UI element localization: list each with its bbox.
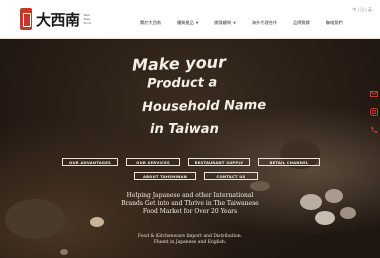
tagline-line: Helping Japanese and other International [126,192,254,199]
nav-label: 聯絡我們 [325,20,343,25]
phone-icon[interactable] [368,124,380,136]
food-piece [340,207,356,219]
nav-label: 開發顧問 [214,20,232,25]
hero-headline: Make your Product a Household Name in Ta… [112,52,272,146]
restaurant-supply-button[interactable]: RESTAURANT SUPPLY [188,158,250,166]
chevron-down-icon: ▼ [233,21,236,25]
food-piece [250,181,270,191]
mail-icon[interactable] [368,88,380,100]
our-advantages-button[interactable]: OUR ADVANTAGES [62,158,118,166]
logo-seal-icon [20,8,32,30]
headline-line: Product a [146,75,218,92]
headline-line: Household Name [141,97,267,116]
logo-subtext: Taxi Nan Food [83,13,91,25]
language-switcher[interactable]: 中 | 日 | 英 [352,7,372,13]
site-header: 大西南 Taxi Nan Food 中 | 日 | 英 關於大西南 優質產品 ▼ … [0,0,380,39]
main-nav: 關於大西南 優質產品 ▼ 開發顧問 ▼ 海外代理合作 品牌實績 聯絡我們 [140,20,359,26]
logo-text: 大西南 [36,10,80,29]
nav-label: 海外代理合作 [251,20,278,25]
hero-subtext: Food & Kitchenware Import and Distributi… [60,234,320,246]
retail-channel-button[interactable]: RETAIL CHANNEL [258,158,320,166]
nav-brands[interactable]: 品牌實績 [293,20,310,26]
contact-us-button[interactable]: CONTACT US [204,172,258,180]
nav-about[interactable]: 關於大西南 [140,20,161,26]
headline-line: Make your [131,52,227,75]
nav-consulting[interactable]: 開發顧問 ▼ [214,20,235,26]
site-logo[interactable]: 大西南 Taxi Nan Food [20,7,96,31]
food-piece [60,249,68,255]
tagline-line: Food Market for Over 20 Years [142,208,238,215]
nav-label: 優質產品 [176,20,194,25]
about-button[interactable]: ABOUT TAHSHINAN [134,172,196,180]
tagline-line: Brands Get into and Thrive in The Taiwan… [121,200,259,207]
bowl [5,199,65,239]
hero-tagline: Helping Japanese and other International… [60,192,320,216]
chevron-down-icon: ▼ [195,21,199,25]
nav-overseas[interactable]: 海外代理合作 [252,20,277,26]
instagram-icon[interactable] [368,106,380,118]
nav-label: 關於大西南 [140,20,161,25]
food-piece [90,217,104,227]
headline-line: in Taiwan [150,122,219,137]
subtext-line: Fluent in Japanese and English. [153,240,227,245]
our-services-button[interactable]: OUR SERVICES [126,158,180,166]
nav-label: 品牌實績 [293,20,310,25]
nav-products[interactable]: 優質產品 ▼ [177,20,198,26]
food-piece [325,189,343,203]
nav-contact[interactable]: 聯絡我們 [326,20,343,26]
